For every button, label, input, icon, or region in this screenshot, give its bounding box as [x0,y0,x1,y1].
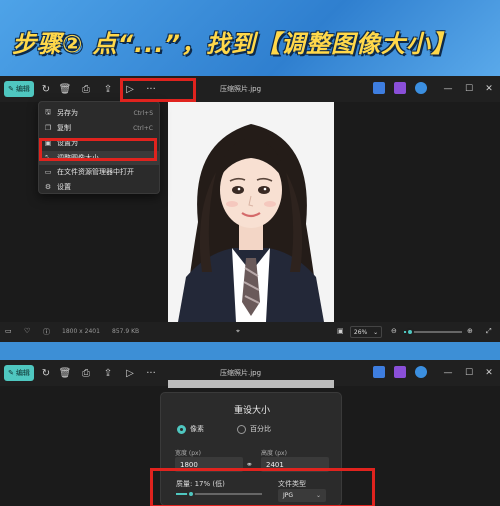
portrait-photo [168,102,334,322]
quality-label: 质量: 17% (低) [176,480,225,488]
instruction-banner: 步骤② 点“...”，找到【调整图像大小】 [0,0,500,76]
maximize-icon[interactable]: ☐ [462,82,476,96]
more-icon[interactable]: ··· [143,81,159,97]
close-icon[interactable]: ✕ [482,82,496,96]
photos-app-icon[interactable] [373,82,385,94]
minimize-icon[interactable]: — [441,366,455,380]
edit-icon: ✎ [8,85,14,93]
edit-button[interactable]: ✎ 编辑 [4,81,34,97]
menu-item-resize-image[interactable]: ⤡ 调整图像大小 [39,151,159,165]
separator [0,342,500,360]
resize-icon: ⤡ [45,153,51,162]
folder-icon: ▭ [44,168,52,176]
menu-item-copy[interactable]: ❐ 复制 Ctrl+C [39,121,159,135]
menu-item-save-as[interactable]: 🖫 另存为 Ctrl+S [39,106,159,120]
menu-item-set-as[interactable]: ▣ 设置为 [39,136,159,150]
delete-icon[interactable]: 🗑 [57,365,73,381]
rotate-icon[interactable]: ↻ [38,81,54,97]
quality-row: 质量: 17% (低) 文件类型 JPG ⌄ [160,360,342,506]
zoom-slider-thumb[interactable] [405,328,414,336]
photos-window: ✎ 编辑 ↻ 🗑 ⎙ ⇪ ▷ ··· 压缩照片.jpg — ☐ ✕ 🖫 另存为 … [0,76,500,342]
slideshow-icon[interactable]: ▷ [122,365,138,381]
image-dimensions: 1800 x 2401 [62,328,100,335]
clipchamp-icon[interactable] [394,82,406,94]
chevron-down-icon: ⌄ [373,328,379,336]
settings-icon: ⚙ [44,183,52,191]
copy-icon: ❐ [44,124,52,132]
save-as-icon: 🖫 [45,107,51,116]
photos-window-resize: ✎ 编辑 ↻ 🗑 ⎙ ⇪ ▷ ··· 压缩照片.jpg — ☐ ✕ 重设大小 像… [0,360,500,506]
edit-button[interactable]: ✎ 编辑 [4,365,34,381]
instruction-headline: 步骤② 点“...”，找到【调整图像大小】 [12,30,456,58]
fullscreen-icon[interactable]: ⤢ [486,327,492,336]
rotate-icon[interactable]: ↻ [38,365,54,381]
set-as-icon: ▣ [44,139,52,147]
filetype-select[interactable]: JPG ⌄ [278,489,326,502]
more-icon[interactable]: ··· [143,365,159,381]
quality-slider[interactable] [176,490,262,498]
slideshow-icon[interactable]: ▷ [122,81,138,97]
status-bar: ▭ ♡ ⓘ 1800 x 2401 857.9 KB ⌖ ▣ 26% ⌄ ⊖ ⊕… [0,322,500,342]
info-icon[interactable]: ⓘ [43,327,50,337]
print-icon[interactable]: ⎙ [78,81,94,97]
zoom-out-icon[interactable]: ⊖ [391,327,397,335]
filmstrip-icon[interactable]: ▭ [5,327,12,335]
photos-app-icon[interactable] [373,366,385,378]
share-icon[interactable]: ⇪ [100,365,116,381]
chevron-down-icon: ⌄ [315,492,321,499]
crop-focus-icon[interactable]: ⌖ [236,327,240,336]
minimize-icon[interactable]: — [441,82,455,96]
print-icon[interactable]: ⎙ [78,365,94,381]
close-icon[interactable]: ✕ [482,366,496,380]
quality-slider-thumb[interactable] [186,490,195,498]
zoom-select[interactable]: 26% ⌄ [350,326,382,338]
clipchamp-icon[interactable] [394,366,406,378]
menu-item-settings[interactable]: ⚙ 设置 [39,180,159,194]
onedrive-icon[interactable] [415,366,427,378]
maximize-icon[interactable]: ☐ [462,366,476,380]
fit-screen-icon[interactable]: ▣ [337,327,344,335]
more-options-menu: 🖫 另存为 Ctrl+S ❐ 复制 Ctrl+C ▣ 设置为 ⤡ 调整图像大小 … [38,101,160,194]
filetype-label: 文件类型 [278,480,306,488]
menu-item-open-in-explorer[interactable]: ▭ 在文件资源管理器中打开 [39,165,159,179]
delete-icon[interactable]: 🗑 [57,81,73,97]
zoom-in-icon[interactable]: ⊕ [467,327,473,335]
onedrive-icon[interactable] [415,82,427,94]
file-size: 857.9 KB [112,328,140,335]
title-bar: ✎ 编辑 ↻ 🗑 ⎙ ⇪ ▷ ··· 压缩照片.jpg — ☐ ✕ [0,76,500,102]
share-icon[interactable]: ⇪ [100,81,116,97]
edit-icon: ✎ [8,369,14,377]
zoom-slider[interactable] [404,328,462,336]
window-title: 压缩照片.jpg [220,85,262,93]
favorite-icon[interactable]: ♡ [24,327,30,335]
